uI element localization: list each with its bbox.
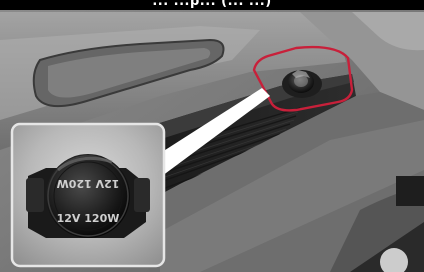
console-photo: 12V 120W 12V 120W [0, 0, 424, 272]
photo-stage: 12V 120W 12V 120W ... ...p... (... ...) [0, 0, 424, 272]
cap-label-bottom: 12V 120W [57, 212, 120, 225]
caption-bar: ... ...p... (... ...) [0, 0, 424, 10]
cap-label-top: 12V 120W [57, 177, 120, 190]
caption-text: ... ...p... (... ...) [152, 0, 272, 9]
inset-closeup: 12V 120W 12V 120W [10, 122, 166, 268]
